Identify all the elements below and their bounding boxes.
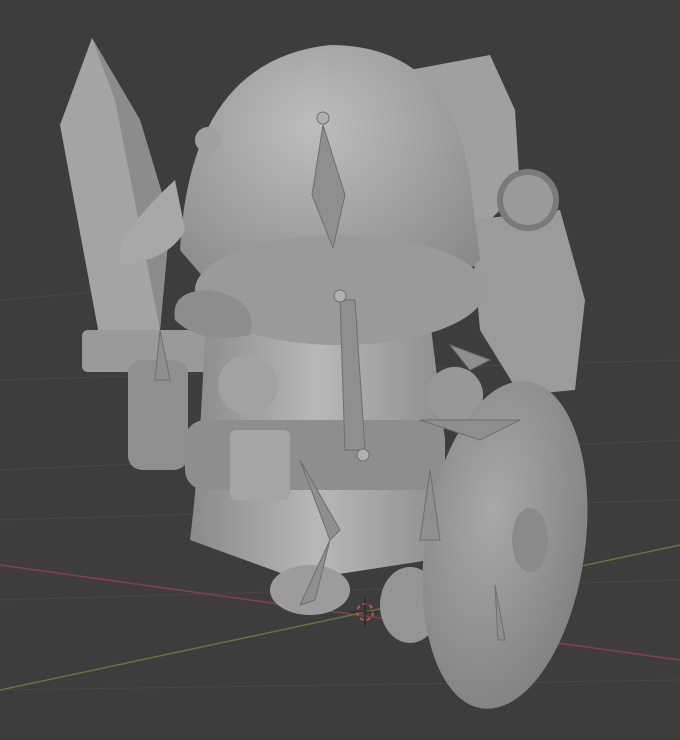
viewport-canvas[interactable] xyxy=(0,0,680,740)
3d-cursor-icon[interactable] xyxy=(351,598,379,626)
3d-viewport[interactable] xyxy=(0,0,680,740)
head-mesh[interactable] xyxy=(118,45,485,345)
